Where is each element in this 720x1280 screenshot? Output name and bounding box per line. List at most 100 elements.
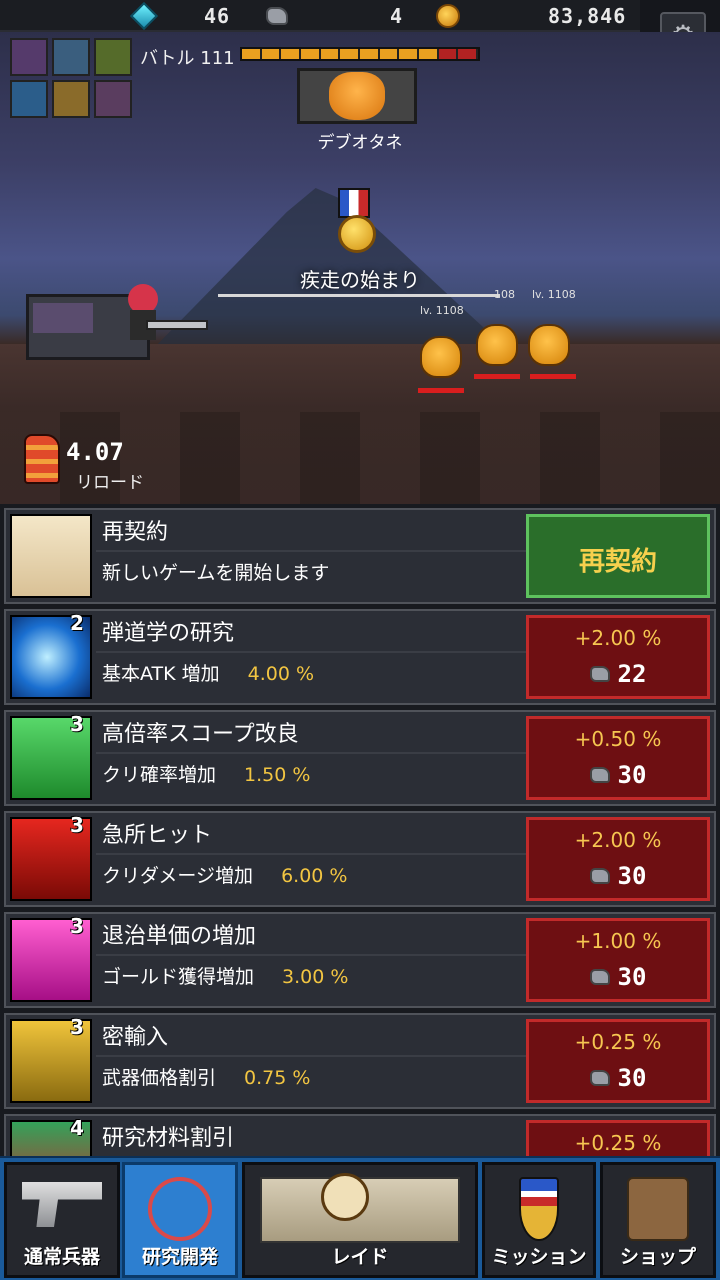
buff-icon[interactable] <box>10 80 48 118</box>
upgrade-cost-value: 30 <box>617 1064 647 1092</box>
scrap-icon <box>266 7 288 25</box>
research-desc: 基本ATK 増加 <box>102 663 220 685</box>
research-desc: 武器価格割引 <box>102 1067 217 1089</box>
scrap-icon <box>589 767 610 783</box>
research-list[interactable]: 再契約 新しいゲームを開始します 再契約 2 弾道学の研究 基本ATK 増加 4.… <box>0 504 720 1156</box>
boss-name: デブオタネ <box>317 133 403 153</box>
list-item-recontract: 再契約 新しいゲームを開始します 再契約 <box>4 508 716 604</box>
ammo-icon <box>24 434 60 484</box>
medal-ribbon-icon <box>338 188 370 218</box>
hp-segment <box>242 49 260 59</box>
list-item-scope: 3 高倍率スコープ改良 クリ確率増加 1.50 % +0.50 % 30 <box>4 710 716 806</box>
research-level: 3 <box>70 813 84 837</box>
medal-icon <box>519 1177 559 1241</box>
list-item-ballistics: 2 弾道学の研究 基本ATK 増加 4.00 % +2.00 % 22 <box>4 609 716 705</box>
upgrade-cost-value: 22 <box>617 660 647 688</box>
hero-gun <box>146 320 208 330</box>
research-value: 0.75 % <box>244 1067 311 1089</box>
hp-segment <box>419 49 437 59</box>
list-item-weak-point: 3 急所ヒット クリダメージ増加 6.00 % +2.00 % 30 <box>4 811 716 907</box>
upgrade-button[interactable]: +2.00 % 30 <box>526 817 710 901</box>
scrap-icon <box>589 868 610 884</box>
research-title: 退治単価の増加 <box>102 924 257 949</box>
list-item-bounty: 3 退治単価の増加 ゴールド獲得増加 3.00 % +1.00 % 30 <box>4 912 716 1008</box>
reload-label: リロード <box>76 473 144 493</box>
gold-value-wrap: 83,846 <box>548 0 626 32</box>
enemy-onion[interactable] <box>476 324 518 366</box>
tab-raid[interactable]: レイド <box>242 1162 478 1278</box>
hp-segment <box>261 49 280 59</box>
upgrade-button[interactable]: +2.00 % 22 <box>526 615 710 699</box>
research-value: 4.00 % <box>247 663 315 685</box>
upgrade-cost-value: 30 <box>617 862 647 890</box>
upgrade-button[interactable]: +0.50 % 30 <box>526 716 710 800</box>
pistol-icon <box>22 1182 102 1227</box>
research-title: 再契約 <box>102 520 169 545</box>
battle-number: バトル 111 <box>140 48 235 69</box>
upgrade-button[interactable]: +1.00 % 30 <box>526 918 710 1002</box>
research-desc-line: 武器価格割引 0.75 % <box>102 1063 310 1090</box>
upgrade-gain: +0.25 % <box>574 1131 662 1155</box>
tab-shop[interactable]: ショップ <box>600 1162 716 1278</box>
hp-segment <box>438 49 457 59</box>
tab-raid-label: レイド <box>331 1246 389 1268</box>
list-item-material-discount: 4 研究材料割引 +0.25 % <box>4 1114 716 1156</box>
boss-portrait <box>297 68 417 124</box>
upgrade-button[interactable]: +0.25 % <box>526 1120 710 1156</box>
research-desc: 新しいゲームを開始します <box>102 562 330 584</box>
contract-icon <box>10 514 92 598</box>
upgrade-cost: 22 <box>529 660 707 688</box>
scrap-icon <box>589 1070 610 1086</box>
enemy-level: 108 <box>494 288 515 301</box>
upgrade-gain: +2.00 % <box>574 828 662 852</box>
stage-title-underline <box>218 294 500 297</box>
research-desc: クリダメージ増加 <box>102 865 254 887</box>
buff-icon[interactable] <box>94 80 132 118</box>
upgrade-cost-value: 30 <box>617 963 647 991</box>
hp-segment <box>458 49 477 59</box>
scrap-icon <box>589 969 610 985</box>
scrap-value-wrap: 4 <box>390 0 403 32</box>
gem-count: 46 <box>204 4 231 28</box>
enemy-level: lv. 1108 <box>420 304 464 317</box>
row-divider <box>96 752 526 754</box>
research-title: 研究材料割引 <box>102 1126 235 1151</box>
research-title: 弾道学の研究 <box>102 621 235 646</box>
buff-icon[interactable] <box>10 38 48 76</box>
tab-weapons[interactable]: 通常兵器 <box>4 1162 120 1278</box>
upgrade-button[interactable]: +0.25 % 30 <box>526 1019 710 1103</box>
upgrade-gain: +1.00 % <box>574 929 662 953</box>
buff-icon[interactable] <box>94 38 132 76</box>
gem-icon <box>129 1 159 31</box>
upgrade-cost: 30 <box>529 761 707 789</box>
scrap-icon <box>589 666 610 682</box>
hp-segment <box>399 49 418 59</box>
row-divider <box>96 651 526 653</box>
enemy-onion[interactable] <box>528 324 570 366</box>
gold-counter <box>436 0 460 32</box>
enemy-hp-bar <box>418 388 464 393</box>
upgrade-gain: +0.50 % <box>574 727 662 751</box>
tab-missions[interactable]: ミッション <box>482 1162 596 1278</box>
tab-research[interactable]: 研究開発 <box>122 1162 238 1278</box>
research-desc: ゴールド獲得増加 <box>102 966 255 988</box>
skull-icon <box>321 1173 369 1221</box>
research-title: 密輸入 <box>102 1025 169 1050</box>
enemy-onion[interactable] <box>420 336 462 378</box>
hp-segment <box>281 49 300 59</box>
recontract-button[interactable]: 再契約 <box>526 514 710 598</box>
research-title: 急所ヒット <box>102 823 213 848</box>
row-divider <box>96 853 526 855</box>
resource-bar: 46 4 83,846 <box>0 0 640 32</box>
upgrade-gain: +2.00 % <box>574 626 662 650</box>
upgrade-cost: 30 <box>529 1064 707 1092</box>
research-desc-line: ゴールド獲得増加 3.00 % <box>102 962 348 989</box>
onion-boss-icon <box>329 72 385 120</box>
upgrade-gain: +0.25 % <box>574 1030 662 1054</box>
gem-counter <box>129 0 159 32</box>
buff-icon[interactable] <box>52 38 90 76</box>
recontract-button-label: 再契約 <box>578 547 657 577</box>
upgrade-cost: 30 <box>529 963 707 991</box>
buff-icon[interactable] <box>52 80 90 118</box>
tab-missions-label: ミッション <box>491 1246 587 1268</box>
